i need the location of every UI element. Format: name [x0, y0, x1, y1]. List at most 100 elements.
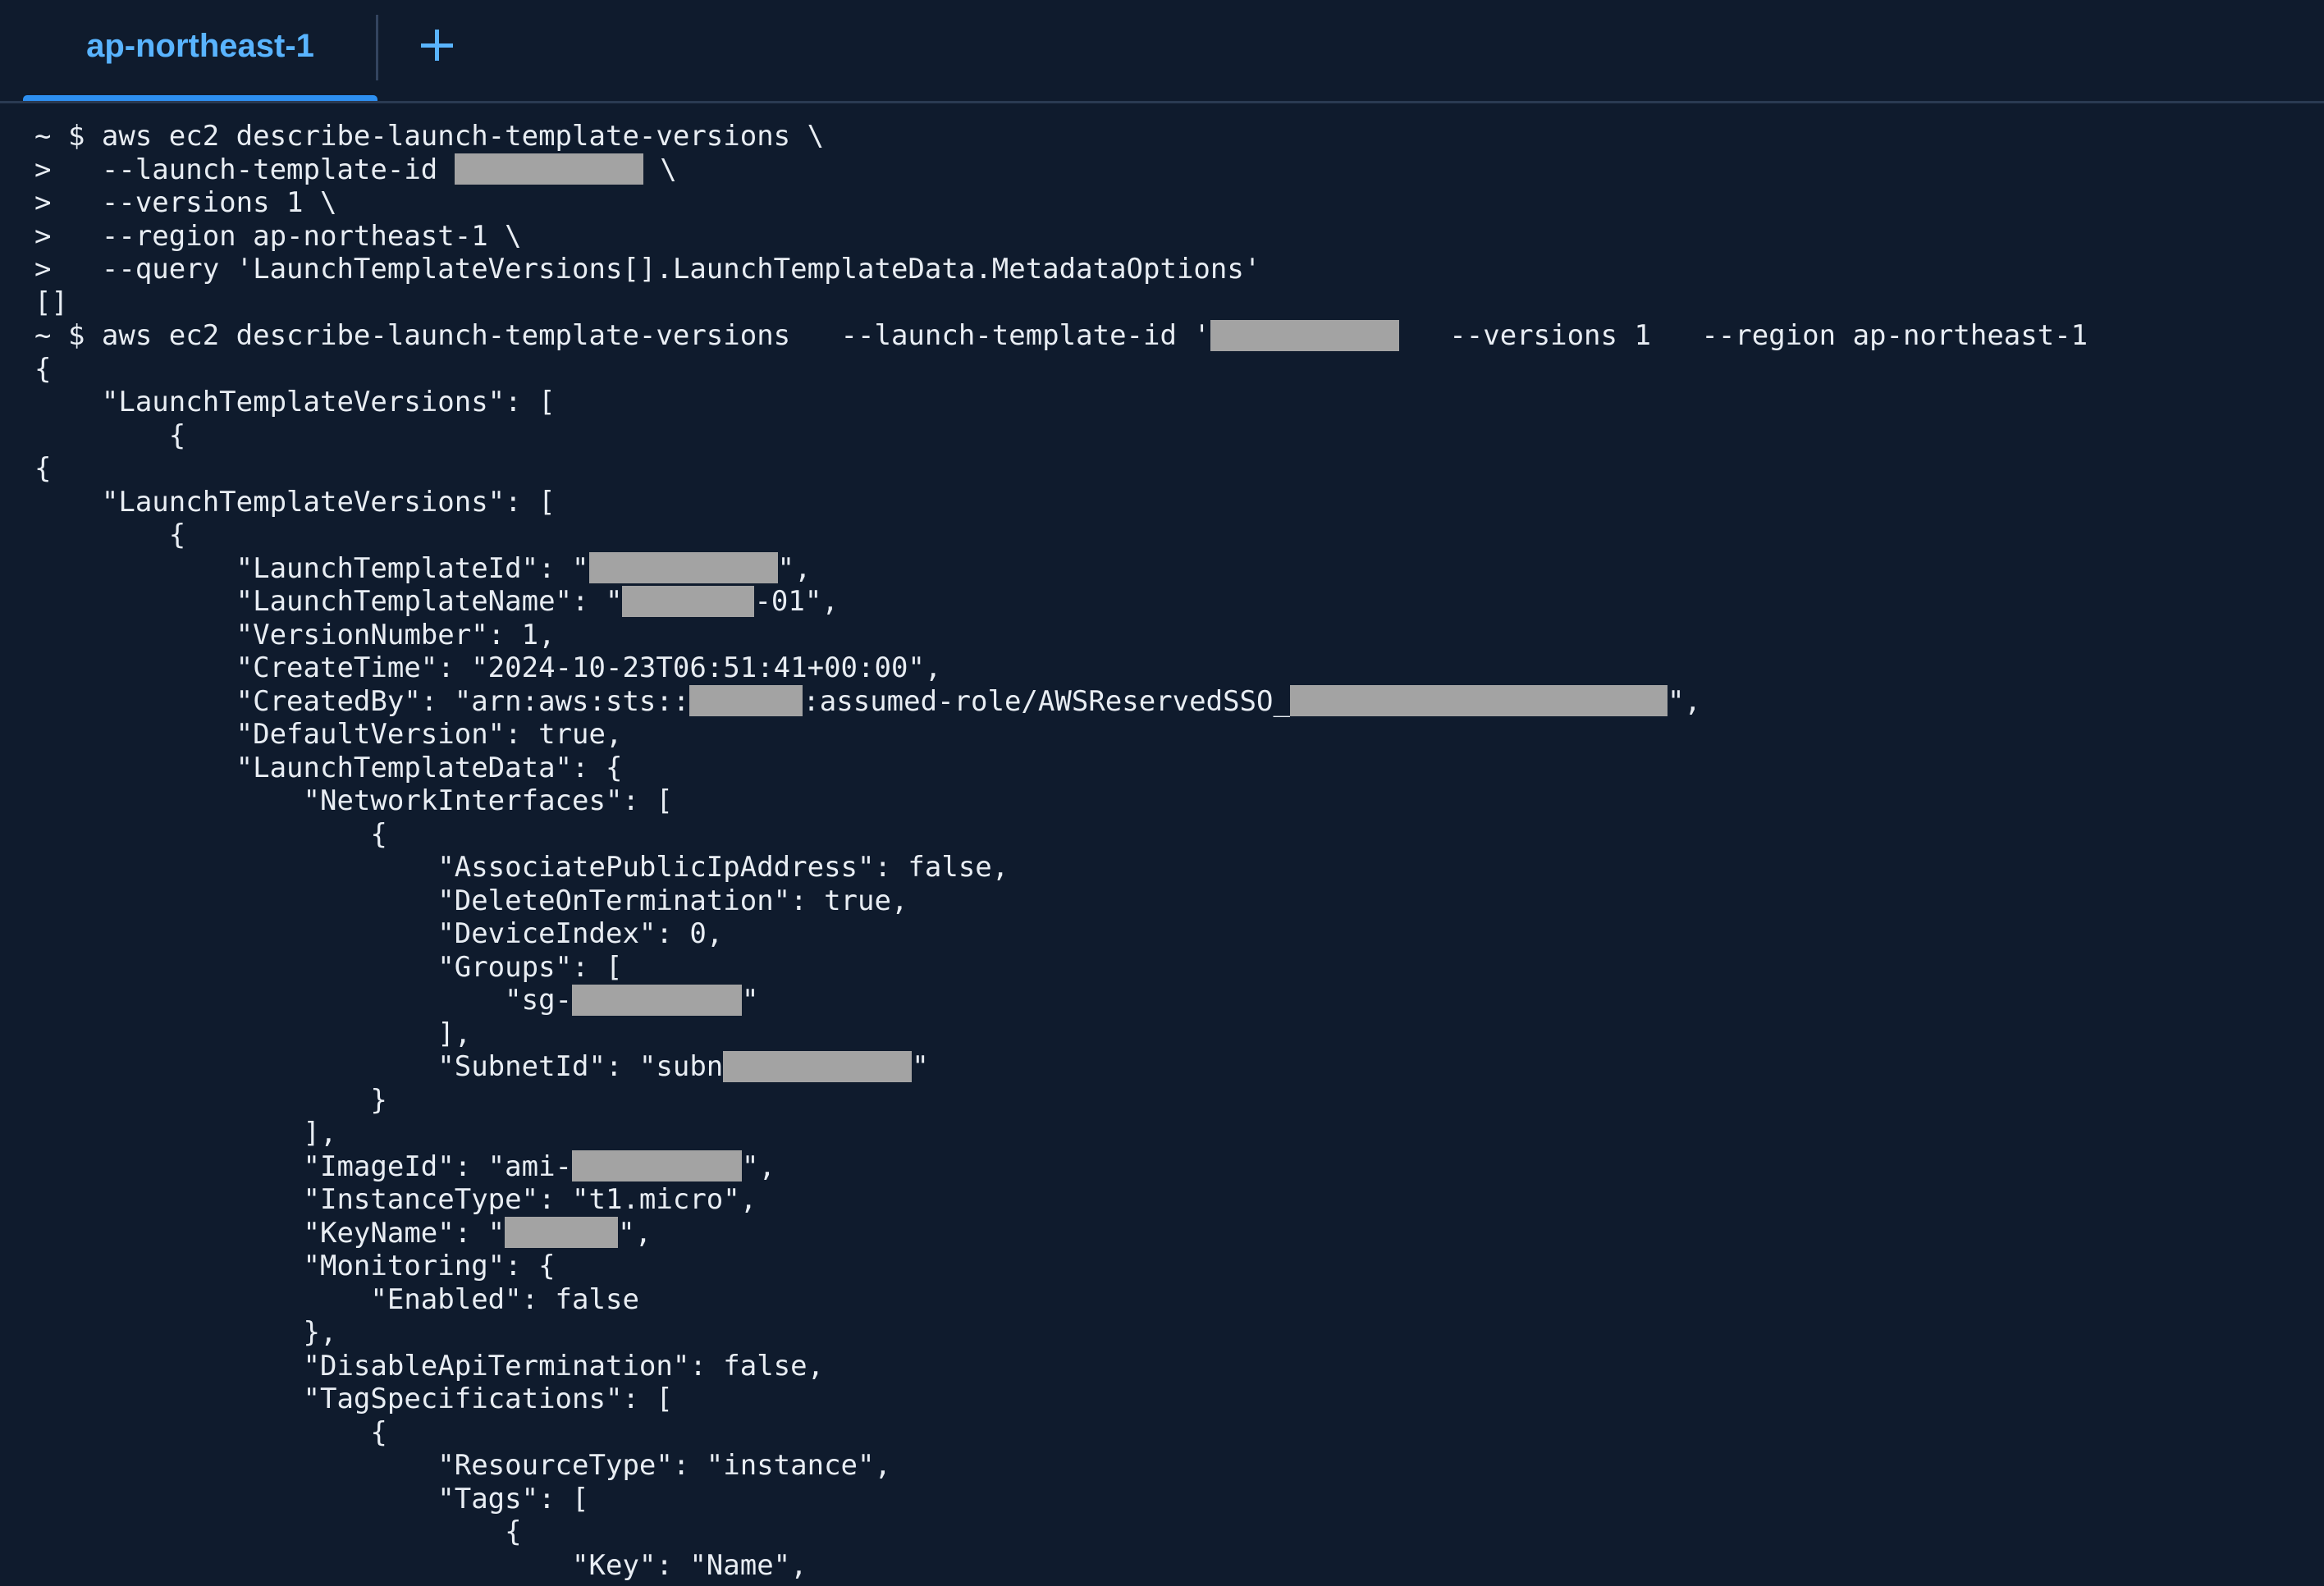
terminal-text: "LaunchTemplateId": "	[34, 551, 589, 585]
terminal-text: "sg-	[34, 984, 573, 1017]
terminal-text: {	[34, 1415, 387, 1449]
terminal-line: {	[34, 519, 2316, 552]
terminal-text: "LaunchTemplateVersions": [	[34, 386, 556, 418]
terminal-line: "ImageId": "ami- ",	[34, 1150, 2316, 1184]
terminal-text: "InstanceType": "t1.micro",	[34, 1183, 757, 1216]
redacted-value	[572, 984, 743, 1016]
tab-ap-northeast-1[interactable]: ap-northeast-1	[23, 0, 377, 103]
terminal-line: "LaunchTemplateData": {	[34, 752, 2316, 785]
terminal-text: }	[34, 1083, 387, 1117]
terminal-text: ",	[618, 1216, 652, 1250]
terminal-line: "LaunchTemplateId": " ",	[34, 552, 2316, 586]
tab-bar-divider	[0, 101, 2324, 103]
terminal-text: -01",	[754, 585, 839, 618]
terminal-text: "NetworkInterfaces": [	[34, 784, 673, 817]
terminal-line: {	[34, 419, 2316, 453]
terminal-text: "Enabled": false	[34, 1282, 639, 1316]
terminal-text: ",	[742, 1150, 775, 1183]
new-tab-button[interactable]	[410, 13, 463, 72]
terminal-text: "DeviceIndex": 0,	[34, 917, 724, 950]
terminal-line: "DeleteOnTermination": true,	[34, 884, 2316, 918]
terminal-text: "ResourceType": "instance",	[34, 1449, 891, 1482]
terminal-line: ],	[34, 1017, 2316, 1051]
terminal-text: "SubnetId": "subn	[34, 1050, 724, 1083]
redacted-value	[689, 685, 803, 716]
terminal-text: "Groups": [	[34, 950, 623, 984]
redacted-value	[1210, 319, 1399, 351]
redacted-value	[723, 1050, 913, 1082]
terminal-line: "ResourceType": "instance",	[34, 1449, 2316, 1483]
terminal-line: {	[34, 353, 2316, 386]
terminal-line: "Enabled": false	[34, 1283, 2316, 1317]
terminal-text: {	[34, 418, 186, 452]
terminal-text: ~ $ aws ec2 describe-launch-template-ver…	[34, 319, 1210, 352]
terminal-text: "VersionNumber": 1,	[34, 618, 556, 651]
terminal-text: "Key": "Name",	[34, 1548, 807, 1582]
terminal-line: > --query 'LaunchTemplateVersions[].Laun…	[34, 253, 2316, 286]
terminal-text: "LaunchTemplateName": "	[34, 585, 623, 618]
terminal-line: > --region ap-northeast-1 \	[34, 220, 2316, 254]
terminal-output[interactable]: ~ $ aws ec2 describe-launch-template-ver…	[34, 120, 2316, 1586]
terminal-line: "sg- "	[34, 984, 2316, 1017]
redacted-value	[588, 552, 778, 583]
terminal-text: ",	[1667, 684, 1701, 718]
terminal-text: > --versions 1 \	[34, 186, 337, 219]
terminal-text: > --region ap-northeast-1 \	[34, 219, 522, 253]
terminal-text: {	[34, 1515, 522, 1548]
terminal-line: > --versions 1 \	[34, 186, 2316, 220]
terminal-text: "CreateTime": "2024-10-23T06:51:41+00:00…	[34, 651, 942, 684]
terminal-text: "	[742, 984, 759, 1017]
terminal-line: },	[34, 1316, 2316, 1350]
terminal-text: []	[34, 286, 68, 319]
terminal-text: "KeyName": "	[34, 1216, 506, 1250]
redacted-value	[454, 153, 643, 185]
terminal-text: "DisableApiTermination": false,	[34, 1349, 825, 1383]
terminal-line: "InstanceType": "t1.micro",	[34, 1183, 2316, 1217]
terminal-line: "SubnetId": "subn "	[34, 1050, 2316, 1084]
terminal-text: "TagSpecifications": [	[34, 1383, 673, 1415]
terminal-line: "CreatedBy": "arn:aws:sts:::assumed-role…	[34, 685, 2316, 719]
terminal-text: {	[34, 817, 387, 851]
tab-bar: ap-northeast-1	[0, 0, 2324, 103]
terminal-text: "ImageId": "ami-	[34, 1150, 573, 1183]
terminal-text: --versions 1 --region ap-northeast-1	[1398, 319, 2088, 352]
terminal-line: "CreateTime": "2024-10-23T06:51:41+00:00…	[34, 651, 2316, 685]
terminal-line: "LaunchTemplateVersions": [	[34, 386, 2316, 419]
terminal-text: \	[643, 153, 677, 186]
terminal-line: {	[34, 818, 2316, 852]
terminal-line: > --launch-template-id \	[34, 153, 2316, 187]
terminal-line: "KeyName": " ",	[34, 1217, 2316, 1250]
terminal-text: ",	[777, 551, 812, 585]
terminal-line: "NetworkInterfaces": [	[34, 784, 2316, 818]
terminal-text: {	[34, 519, 186, 551]
terminal-text: "AssociatePublicIpAddress": false,	[34, 851, 1009, 884]
terminal-line: ~ $ aws ec2 describe-launch-template-ver…	[34, 319, 2316, 353]
terminal-text: "LaunchTemplateVersions": [	[34, 485, 556, 519]
terminal-line: "AssociatePublicIpAddress": false,	[34, 851, 2316, 884]
redacted-value	[572, 1150, 743, 1182]
terminal-text: },	[34, 1316, 337, 1349]
terminal-line: "TagSpecifications": [	[34, 1383, 2316, 1416]
terminal-text: ],	[34, 1017, 472, 1050]
terminal-line: "Monitoring": {	[34, 1250, 2316, 1283]
redacted-value	[622, 585, 755, 617]
terminal-line: {	[34, 1416, 2316, 1450]
tab-separator	[376, 15, 378, 80]
terminal-line: "LaunchTemplateName": " -01",	[34, 585, 2316, 619]
terminal-text: ~ $ aws ec2 describe-launch-template-ver…	[34, 120, 825, 153]
tab-label: ap-northeast-1	[86, 28, 314, 64]
terminal-line: "Groups": [	[34, 951, 2316, 985]
terminal-line: "Key": "Name",	[34, 1549, 2316, 1583]
terminal-line: {	[34, 452, 2316, 486]
terminal-text: ],	[34, 1117, 337, 1150]
terminal-text: {	[34, 352, 52, 386]
terminal-text: "CreatedBy": "arn:aws:sts::	[34, 684, 690, 718]
redacted-value	[505, 1217, 619, 1248]
terminal-line: ],	[34, 1117, 2316, 1150]
plus-icon	[421, 30, 453, 61]
terminal-text: > --query 'LaunchTemplateVersions[].Laun…	[34, 253, 1261, 286]
redacted-value	[1289, 685, 1668, 716]
terminal-text: {	[34, 452, 52, 485]
terminal-line: "VersionNumber": 1,	[34, 619, 2316, 652]
terminal-line: "LaunchTemplateVersions": [	[34, 486, 2316, 519]
